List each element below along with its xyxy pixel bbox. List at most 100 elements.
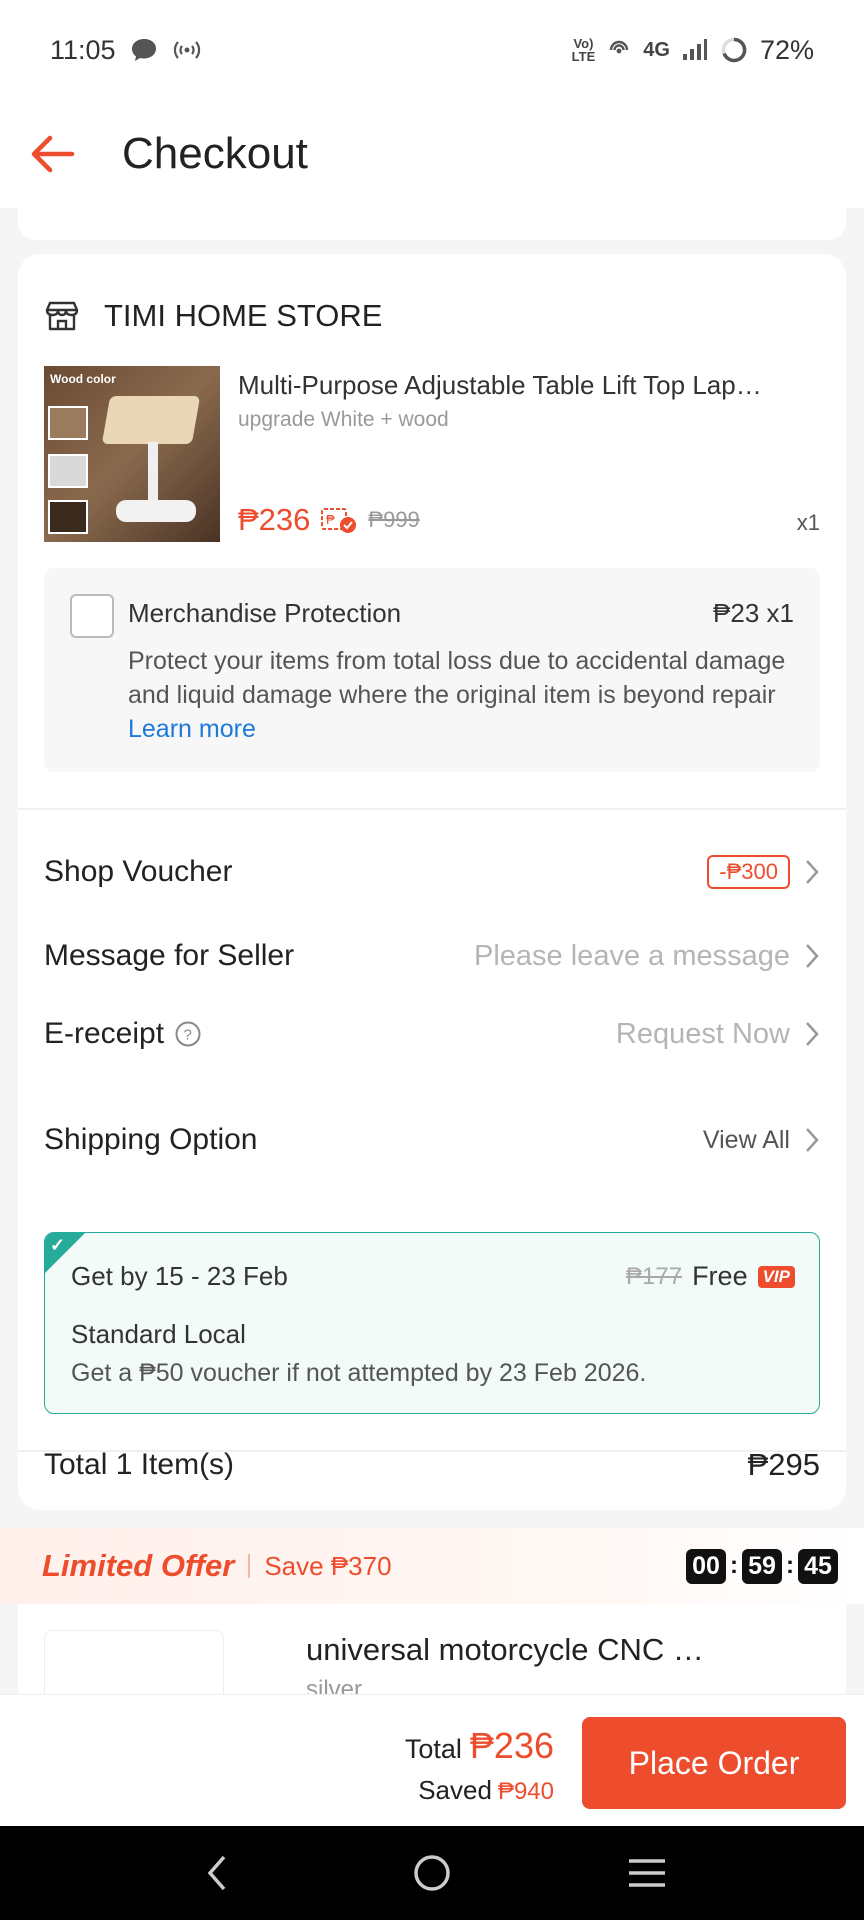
product-title[interactable]: Multi-Purpose Adjustable Table Lift Top … [238,370,828,401]
limited-offer-save: Save ₱370 [264,1550,392,1581]
shipping-method: Standard Local [71,1319,246,1349]
status-bar: 11:05 Vo) LTE 4G 72% [0,0,864,100]
wifi-calling-icon [607,38,631,62]
limited-offer-separator [248,1554,251,1578]
nav-home-icon [414,1855,450,1891]
price-guarantee-icon: ₱ [321,508,357,533]
shipping-fee: ₱177 Free VIP [626,1261,795,1292]
shop-total-label: Total 1 Item(s) [44,1448,235,1481]
battery-ring-icon [720,36,748,64]
shop-name: TIMI HOME STORE [104,298,383,333]
place-order-button[interactable]: Place Order [582,1717,846,1809]
checkout-bottom-bar: Total ₱236 Saved ₱940 Place Order [0,1694,864,1826]
chevron-right-icon [806,1022,819,1046]
help-circle-icon[interactable]: ? [174,1020,202,1048]
offer-item-title[interactable]: universal motorcycle CNC … [306,1632,704,1668]
checkout-scroll-area[interactable]: TIMI HOME STORE Wood color Multi-Purpose… [0,208,864,1694]
chat-bubble-icon [130,37,158,63]
shop-order-card: TIMI HOME STORE Wood color Multi-Purpose… [18,254,846,1510]
price-row: ₱236 ₱ ₱999 [238,502,420,538]
product-table-base [116,500,196,522]
product-quantity: x1 [796,510,820,535]
check-icon: ✓ [50,1235,66,1255]
shipping-fee-free: Free [692,1261,748,1291]
countdown-colon: : [786,1552,794,1579]
protection-checkbox[interactable] [70,594,114,638]
previous-card-edge [18,208,846,240]
system-nav-bar [0,1826,864,1920]
countdown-minutes: 59 [742,1548,782,1584]
product-table-top [101,396,201,444]
e-receipt-request[interactable]: Request Now [616,1018,790,1051]
app-header: Checkout [0,100,864,208]
shop-total-row: Total 1 Item(s) ₱295 [44,1440,820,1490]
countdown-colon: : [730,1552,738,1579]
selected-shipping-option[interactable]: ✓ Get by 15 - 23 Feb ₱177 Free VIP Stand… [44,1232,820,1414]
nav-back-button[interactable] [177,1843,257,1903]
protection-price: ₱23 x1 [713,598,794,628]
order-saved: Saved ₱940 [418,1775,554,1806]
page-title: Checkout [122,129,308,178]
order-total-value: ₱236 [469,1725,554,1766]
nav-recents-button[interactable] [607,1843,687,1903]
shop-voucher-label: Shop Voucher [44,855,233,888]
e-receipt-value-wrap: Request Now [616,1018,820,1051]
product-thumb-1 [48,406,88,440]
limited-offer-title: Limited Offer [42,1548,235,1583]
e-receipt-label: E-receipt [44,1017,165,1050]
order-total: Total ₱236 [405,1725,554,1767]
product-thumb-2 [48,454,88,488]
volte-icon: Vo) LTE [571,36,596,64]
offer-item-variant: silver [306,1676,363,1694]
svg-text:?: ? [184,1027,192,1044]
signal-strength-icon [682,38,708,62]
product-image[interactable]: Wood color [44,366,220,542]
shop-voucher-value-wrap: -₱300 [707,855,820,889]
protection-description-text: Protect your items from total loss due t… [128,647,786,709]
order-total-label: Total [404,1734,462,1764]
divider [18,808,846,810]
shipping-guarantee-note: Get a ₱50 voucher if not attempted by 23… [71,1359,647,1387]
shipping-view-all[interactable]: View All [703,1126,790,1155]
offer-item-image[interactable] [44,1630,224,1694]
product-table-pole [148,442,158,502]
e-receipt-row[interactable]: E-receipt ? Request Now [44,1004,820,1064]
chevron-right-icon [806,944,819,968]
shipping-original-fee: ₱177 [626,1262,683,1290]
nav-home-button[interactable] [392,1843,472,1903]
status-right: Vo) LTE 4G 72% [572,35,814,66]
product-variant: upgrade White + wood [238,408,449,431]
status-time: 11:05 [50,34,116,65]
delivery-date: Get by 15 - 23 Feb [71,1261,288,1291]
message-for-seller-input[interactable]: Please leave a message [474,940,790,973]
shop-voucher-tag: -₱300 [707,855,790,889]
protection-title: Merchandise Protection [128,598,402,628]
order-saved-label: Saved [418,1775,492,1805]
store-icon [45,301,79,331]
hotspot-signal-icon [172,38,202,62]
product-original-price: ₱999 [368,507,420,532]
shipping-view-all-wrap: View All [703,1126,820,1155]
product-price: ₱236 [238,502,311,537]
arrow-left-icon [31,135,75,173]
vip-badge: VIP [757,1265,795,1288]
network-type: 4G [643,39,670,61]
shipping-option-row[interactable]: Shipping Option View All [44,1110,820,1170]
svg-text:₱: ₱ [326,512,335,527]
status-left: 11:05 [50,35,202,66]
countdown-hours: 00 [686,1548,726,1584]
e-receipt-label-wrap: E-receipt ? [44,1017,202,1051]
message-for-seller-label: Message for Seller [44,939,295,972]
shop-voucher-row[interactable]: Shop Voucher -₱300 [44,842,820,902]
message-for-seller-value-wrap: Please leave a message [474,940,820,973]
chevron-right-icon [806,1128,819,1152]
countdown-timer: 00 : 59 : 45 [686,1548,838,1584]
product-thumb-3 [48,500,88,534]
shop-total-value: ₱295 [747,1447,820,1482]
order-saved-value: ₱940 [497,1778,554,1805]
learn-more-link[interactable]: Learn more [128,715,256,743]
limited-offer-banner: Limited Offer Save ₱370 00 : 59 : 45 [0,1528,864,1604]
product-image-label: Wood color [50,372,116,386]
message-for-seller-row[interactable]: Message for Seller Please leave a messag… [44,926,820,986]
back-button[interactable] [0,100,110,208]
